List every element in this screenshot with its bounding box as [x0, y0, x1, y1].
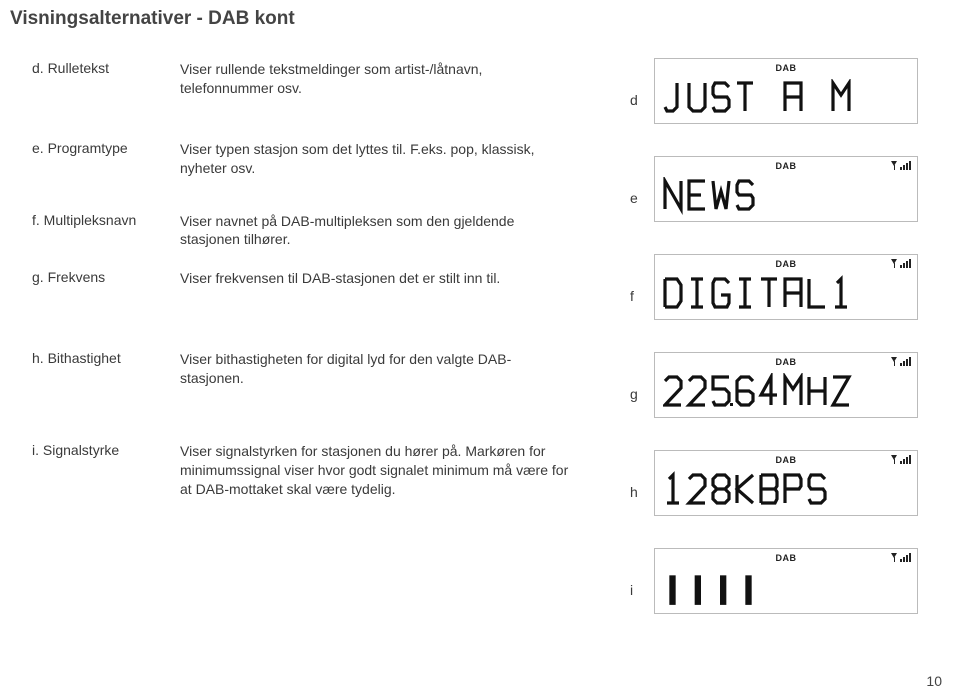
- display-marker: e: [630, 156, 654, 206]
- definition-label: h. Bithastighet: [10, 350, 180, 388]
- definition-label: e. Programtype: [10, 140, 180, 178]
- content: d. Rulletekst Viser rullende tekstmeldin…: [10, 56, 942, 646]
- dab-badge: DAB: [776, 63, 797, 73]
- lcd-display: DAB: [654, 254, 918, 320]
- definition-row: d. Rulletekst Viser rullende tekstmeldin…: [10, 60, 630, 98]
- display-marker: f: [630, 254, 654, 304]
- segment-readout: [663, 275, 909, 313]
- definition-desc: Viser typen stasjon som det lyttes til. …: [180, 140, 570, 178]
- definition-desc: Viser rullende tekstmeldinger som artist…: [180, 60, 570, 98]
- definition-desc: Viser bithastigheten for digital lyd for…: [180, 350, 570, 388]
- lcd-display: DAB: [654, 58, 918, 124]
- signal-icon: [891, 357, 911, 366]
- dab-badge: DAB: [776, 357, 797, 367]
- definition-row: h. Bithastighet Viser bithastigheten for…: [10, 350, 630, 388]
- lcd-display: DAB: [654, 352, 918, 418]
- display-marker: g: [630, 352, 654, 402]
- segment-readout: [663, 471, 909, 509]
- segment-readout: [663, 79, 909, 117]
- definitions-column: d. Rulletekst Viser rullende tekstmeldin…: [10, 56, 630, 646]
- signal-icon: [891, 259, 911, 268]
- lcd-display: DAB: [654, 450, 918, 516]
- definition-row: e. Programtype Viser typen stasjon som d…: [10, 140, 630, 178]
- lcd-display: DAB: [654, 548, 918, 614]
- definition-row: f. Multipleksnavn Viser navnet på DAB-mu…: [10, 212, 630, 250]
- definition-label: f. Multipleksnavn: [10, 212, 180, 250]
- definition-row: g. Frekvens Viser frekvensen til DAB-sta…: [10, 269, 630, 288]
- page-number: 10: [926, 673, 942, 689]
- display-row: f DAB: [630, 254, 942, 320]
- display-marker: i: [630, 548, 654, 598]
- signal-icon: [891, 455, 911, 464]
- definition-desc: Viser navnet på DAB-multipleksen som den…: [180, 212, 570, 250]
- lcd-display: DAB: [654, 156, 918, 222]
- definition-label: d. Rulletekst: [10, 60, 180, 98]
- display-marker: d: [630, 58, 654, 108]
- signal-icon: [891, 553, 911, 562]
- segment-readout: [663, 373, 909, 411]
- segment-readout: [663, 569, 909, 607]
- dab-badge: DAB: [776, 455, 797, 465]
- display-row: d DAB: [630, 58, 942, 124]
- signal-icon: [891, 161, 911, 170]
- dab-badge: DAB: [776, 553, 797, 563]
- displays-column: d DAB e DAB f DAB g DAB h DAB i DAB: [630, 56, 942, 646]
- definition-row: i. Signalstyrke Viser signalstyrken for …: [10, 442, 630, 499]
- segment-readout: [663, 177, 909, 215]
- page-title: Visningsalternativer - DAB kont: [10, 8, 942, 30]
- dab-badge: DAB: [776, 161, 797, 171]
- display-row: h DAB: [630, 450, 942, 516]
- dab-badge: DAB: [776, 259, 797, 269]
- definition-label: g. Frekvens: [10, 269, 180, 288]
- display-marker: h: [630, 450, 654, 500]
- definition-label: i. Signalstyrke: [10, 442, 180, 499]
- display-row: i DAB: [630, 548, 942, 614]
- display-row: g DAB: [630, 352, 942, 418]
- display-row: e DAB: [630, 156, 942, 222]
- definition-desc: Viser frekvensen til DAB-stasjonen det e…: [180, 269, 570, 288]
- definition-desc: Viser signalstyrken for stasjonen du hør…: [180, 442, 570, 499]
